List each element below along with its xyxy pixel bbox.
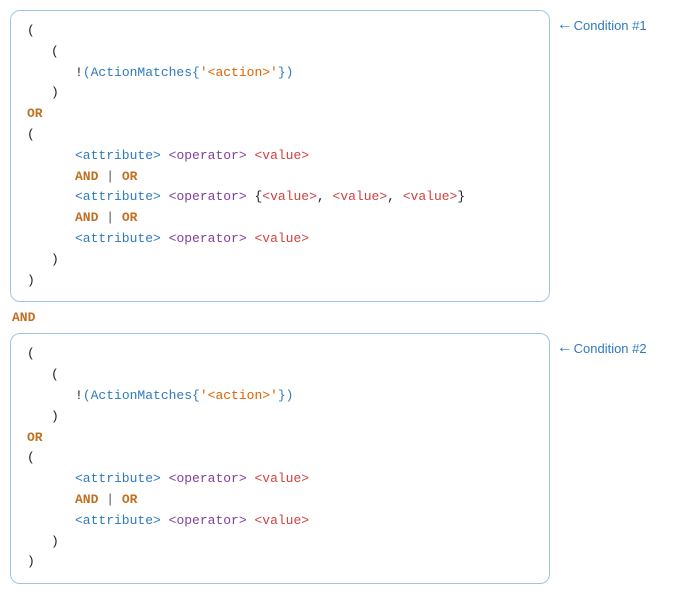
paren: ) [51,85,59,100]
or-keyword: OR [27,106,43,121]
attribute: <attribute> [75,513,161,528]
condition1-box: ( ( !(ActionMatches{'<action>'}) ) OR ( … [10,10,550,302]
condition1-wrapper: ( ( !(ActionMatches{'<action>'}) ) OR ( … [10,10,674,302]
line-c1-2: ( [27,42,533,63]
paren: ( [27,127,35,142]
condition2-wrapper: ( ( !(ActionMatches{'<action>'}) ) OR ( … [10,333,674,584]
line-c2-9: <attribute> <operator> <value> [27,511,533,532]
brace-close: } [457,189,465,204]
value: <value> [254,513,309,528]
line-c1-4: ) [27,83,533,104]
value2: <value> [333,189,388,204]
operator: <operator> [169,471,247,486]
attribute: <attribute> [75,148,161,163]
page-container: ( ( !(ActionMatches{'<action>'}) ) OR ( … [10,10,674,584]
line-c1-13: ) [27,271,533,292]
pipe: | [106,169,122,184]
or-keyword3: OR [122,210,138,225]
line-c2-8: AND | OR [27,490,533,511]
line-c1-7: <attribute> <operator> <value> [27,146,533,167]
condition2-label: Condition #2 [574,341,647,356]
attribute: <attribute> [75,231,161,246]
paren: ( [27,450,35,465]
line-c2-6: ( [27,448,533,469]
paren: ) [51,252,59,267]
operator: <operator> [169,513,247,528]
operator: <operator> [169,189,247,204]
condition1-label: Condition #1 [574,18,647,33]
attribute: <attribute> [75,471,161,486]
paren: ( [51,367,59,382]
operator: <operator> [169,148,247,163]
paren: ( [27,23,35,38]
and-keyword2: AND [75,210,98,225]
paren: ! [75,65,83,80]
line-c1-6: ( [27,125,533,146]
line-c2-4: ) [27,407,533,428]
line-c1-10: AND | OR [27,208,533,229]
line-c2-2: ( [27,365,533,386]
value3: <value> [403,189,458,204]
line-c1-1: ( [27,21,533,42]
condition2-box: ( ( !(ActionMatches{'<action>'}) ) OR ( … [10,333,550,584]
function-name: (ActionMatches{ [83,388,200,403]
brace: , [317,189,325,204]
operator: <operator> [169,231,247,246]
line-c1-5: OR [27,104,533,125]
line-c1-3: !(ActionMatches{'<action>'}) [27,63,533,84]
paren: ( [27,346,35,361]
paren: ! [75,388,83,403]
line-c2-3: !(ActionMatches{'<action>'}) [27,386,533,407]
and-separator: AND [10,310,674,325]
and-keyword: AND [75,492,98,507]
line-c2-1: ( [27,344,533,365]
and-keyword: AND [75,169,98,184]
paren: ) [51,409,59,424]
arrow-icon: ← [560,16,570,34]
attribute: <attribute> [75,189,161,204]
line-c1-11: <attribute> <operator> <value> [27,229,533,250]
paren: ) [51,534,59,549]
or-keyword2: OR [122,169,138,184]
line-c2-7: <attribute> <operator> <value> [27,469,533,490]
value: <value> [254,148,309,163]
function-end: }) [278,388,294,403]
function-name: (ActionMatches{ [83,65,200,80]
pipe: | [106,492,122,507]
condition2-annotation: ← Condition #2 [560,339,647,357]
line-c2-10: ) [27,532,533,553]
pipe2: | [106,210,122,225]
line-c1-12: ) [27,250,533,271]
or-keyword2: OR [122,492,138,507]
value: <value> [254,471,309,486]
paren: ) [27,273,35,288]
value: <value> [254,231,309,246]
string-val: '<action>' [200,388,278,403]
paren: ( [51,44,59,59]
line-c1-9: <attribute> <operator> {<value>, <value>… [27,187,533,208]
line-c1-8: AND | OR [27,167,533,188]
or-keyword: OR [27,430,43,445]
paren: ) [27,554,35,569]
line-c2-5: OR [27,428,533,449]
arrow-icon: ← [560,339,570,357]
value: <value> [262,189,317,204]
condition1-annotation: ← Condition #1 [560,16,647,34]
function-end: }) [278,65,294,80]
line-c2-11: ) [27,552,533,573]
string-val: '<action>' [200,65,278,80]
